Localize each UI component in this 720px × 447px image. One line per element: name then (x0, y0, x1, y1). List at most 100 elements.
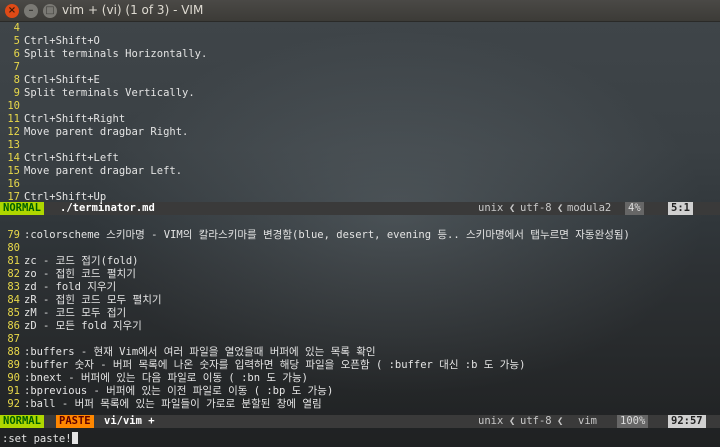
line-number: 91 (7, 385, 20, 397)
editor-line[interactable]: 13 (0, 139, 720, 152)
line-text: Ctrl+Shift+Right (24, 113, 126, 125)
editor-line[interactable]: 8 Ctrl+Shift+E (0, 74, 720, 87)
paste-indicator: PASTE (56, 415, 94, 428)
line-number: 81 (7, 255, 20, 267)
line-text: Move parent dragbar Right. (24, 126, 189, 138)
line-number: 88 (7, 346, 20, 358)
editor-line[interactable]: 6 Split terminals Horizontally. (0, 48, 720, 61)
file-encoding: utf-8 (520, 415, 552, 427)
line-number: 90 (7, 372, 20, 384)
window-titlebar: × – □ vim + (vi) (1 of 3) - VIM (0, 0, 720, 22)
editor-line[interactable]: 84 zR - 접힌 코드 모두 펼치기 (0, 294, 720, 307)
line-number: 12 (7, 126, 20, 138)
editor-line[interactable]: 16 (0, 178, 720, 191)
line-number: 92 (7, 398, 20, 410)
editor-line[interactable]: 83 zd - fold 지우기 (0, 281, 720, 294)
line-text: Split terminals Horizontally. (24, 48, 208, 60)
cursor-position: 92:57 (668, 415, 706, 428)
text-cursor (71, 432, 78, 444)
chevron-left-icon: ❮ (557, 202, 564, 214)
line-number: 5 (13, 35, 20, 47)
file-name: ./terminator.md (60, 202, 155, 214)
line-number: 8 (13, 74, 20, 86)
command-text: :set paste! (2, 433, 72, 445)
chevron-left-icon: ❮ (509, 415, 516, 427)
editor-line[interactable]: 5 Ctrl+Shift+O (0, 35, 720, 48)
line-number: 10 (7, 100, 20, 112)
line-number: 9 (13, 87, 20, 99)
terminal-area[interactable]: 4 5 Ctrl+Shift+O 6 Split terminals Horizonta… (0, 22, 720, 447)
line-text: zd - fold 지우기 (24, 281, 117, 293)
editor-line[interactable]: 12 Move parent dragbar Right. (0, 126, 720, 139)
editor-line[interactable]: 92 :ball - 버퍼 목록에 있는 파일들이 가로로 분할된 창에 열림 (0, 398, 720, 411)
line-number: 79 (7, 229, 20, 241)
bottom-status-line: NORMAL PASTE vi/vim + unix ❮ utf-8 ❮ vim… (0, 415, 720, 428)
editor-line[interactable]: 14 Ctrl+Shift+Left (0, 152, 720, 165)
editor-line[interactable]: 10 (0, 100, 720, 113)
editor-line[interactable] (0, 216, 720, 229)
line-number: 11 (7, 113, 20, 125)
line-text: :bprevious - 버퍼에 있는 이전 파일로 이동 ( :bp 도 가능… (24, 385, 334, 397)
minimize-window-button[interactable]: – (24, 4, 38, 18)
line-text: zR - 접힌 코드 모두 펼치기 (24, 294, 162, 306)
line-text: zM - 코드 모두 접기 (24, 307, 127, 319)
line-text: zD - 모든 fold 지우기 (24, 320, 142, 332)
mode-indicator: NORMAL (0, 415, 44, 428)
line-number: 7 (13, 61, 20, 73)
top-editor-pane[interactable]: 4 5 Ctrl+Shift+O 6 Split terminals Horizonta… (0, 22, 720, 204)
line-number: 14 (7, 152, 20, 164)
line-text: Move parent dragbar Left. (24, 165, 183, 177)
file-type: modula2 (567, 202, 612, 214)
editor-line[interactable]: 80 (0, 242, 720, 255)
line-number: 15 (7, 165, 20, 177)
editor-line[interactable]: 85 zM - 코드 모두 접기 (0, 307, 720, 320)
file-format: unix (478, 415, 504, 427)
close-window-button[interactable]: × (5, 4, 19, 18)
maximize-window-button[interactable]: □ (43, 4, 57, 18)
line-number: 83 (7, 281, 20, 293)
line-number: 85 (7, 307, 20, 319)
editor-line[interactable]: 86 zD - 모든 fold 지우기 (0, 320, 720, 333)
line-number: 6 (13, 48, 20, 60)
editor-line[interactable]: 81 zc - 코드 접기(fold) (0, 255, 720, 268)
file-format: unix (478, 202, 504, 214)
chevron-left-icon: ❮ (509, 202, 516, 214)
line-text: :buffers - 현재 Vim에서 여러 파일을 열었을때 버퍼에 있는 목… (24, 346, 376, 358)
mode-indicator: NORMAL (0, 202, 44, 215)
line-text: Ctrl+Shift+Left (24, 152, 119, 164)
line-text: zo - 접힌 코드 펼치기 (24, 268, 136, 280)
line-number: 87 (7, 333, 20, 345)
line-text: Split terminals Vertically. (24, 87, 195, 99)
line-text: Ctrl+Shift+O (24, 35, 100, 47)
command-line[interactable]: :set paste! (2, 432, 78, 445)
editor-line[interactable]: 7 (0, 61, 720, 74)
editor-line[interactable]: 4 (0, 22, 720, 35)
window-title: vim + (vi) (1 of 3) - VIM (62, 3, 204, 17)
file-type: vim (578, 415, 597, 427)
line-number: 4 (13, 22, 20, 34)
editor-line[interactable]: 11 Ctrl+Shift+Right (0, 113, 720, 126)
scroll-percent: 4% (625, 202, 644, 215)
cursor-position: 5:1 (668, 202, 693, 215)
editor-line[interactable]: 89:buffer 숫자 - 버퍼 목록에 나온 숫자를 입력하면 해당 파일을… (0, 359, 720, 372)
line-text: zc - 코드 접기(fold) (24, 255, 139, 267)
editor-line[interactable]: 82 zo - 접힌 코드 펼치기 (0, 268, 720, 281)
editor-line[interactable]: 79:colorscheme 스키마명 - VIM의 칼라스키마를 변경함(bl… (0, 229, 720, 242)
editor-line[interactable]: 15 Move parent dragbar Left. (0, 165, 720, 178)
scroll-percent: 100% (617, 415, 649, 428)
line-number: 89 (7, 359, 20, 371)
line-number: 82 (7, 268, 20, 280)
line-text: :ball - 버퍼 목록에 있는 파일들이 가로로 분할된 창에 열림 (24, 398, 322, 410)
chevron-left-icon: ❮ (557, 415, 564, 427)
bottom-editor-pane[interactable]: 79:colorscheme 스키마명 - VIM의 칼라스키마를 변경함(bl… (0, 216, 720, 411)
editor-line[interactable]: 87 (0, 333, 720, 346)
line-number: 13 (7, 139, 20, 151)
line-number: 84 (7, 294, 20, 306)
editor-line[interactable]: 90:bnext - 버퍼에 있는 다음 파일로 이동 ( :bn 도 가능) (0, 372, 720, 385)
editor-line[interactable]: 9 Split terminals Vertically. (0, 87, 720, 100)
editor-line[interactable]: 88 :buffers - 현재 Vim에서 여러 파일을 열었을때 버퍼에 있는… (0, 346, 720, 359)
file-name: vi/vim + (104, 415, 155, 427)
file-encoding: utf-8 (520, 202, 552, 214)
top-status-line: NORMAL ./terminator.md unix ❮ utf-8 ❮ mo… (0, 202, 720, 215)
editor-line[interactable]: 91 :bprevious - 버퍼에 있는 이전 파일로 이동 ( :bp 도 … (0, 385, 720, 398)
